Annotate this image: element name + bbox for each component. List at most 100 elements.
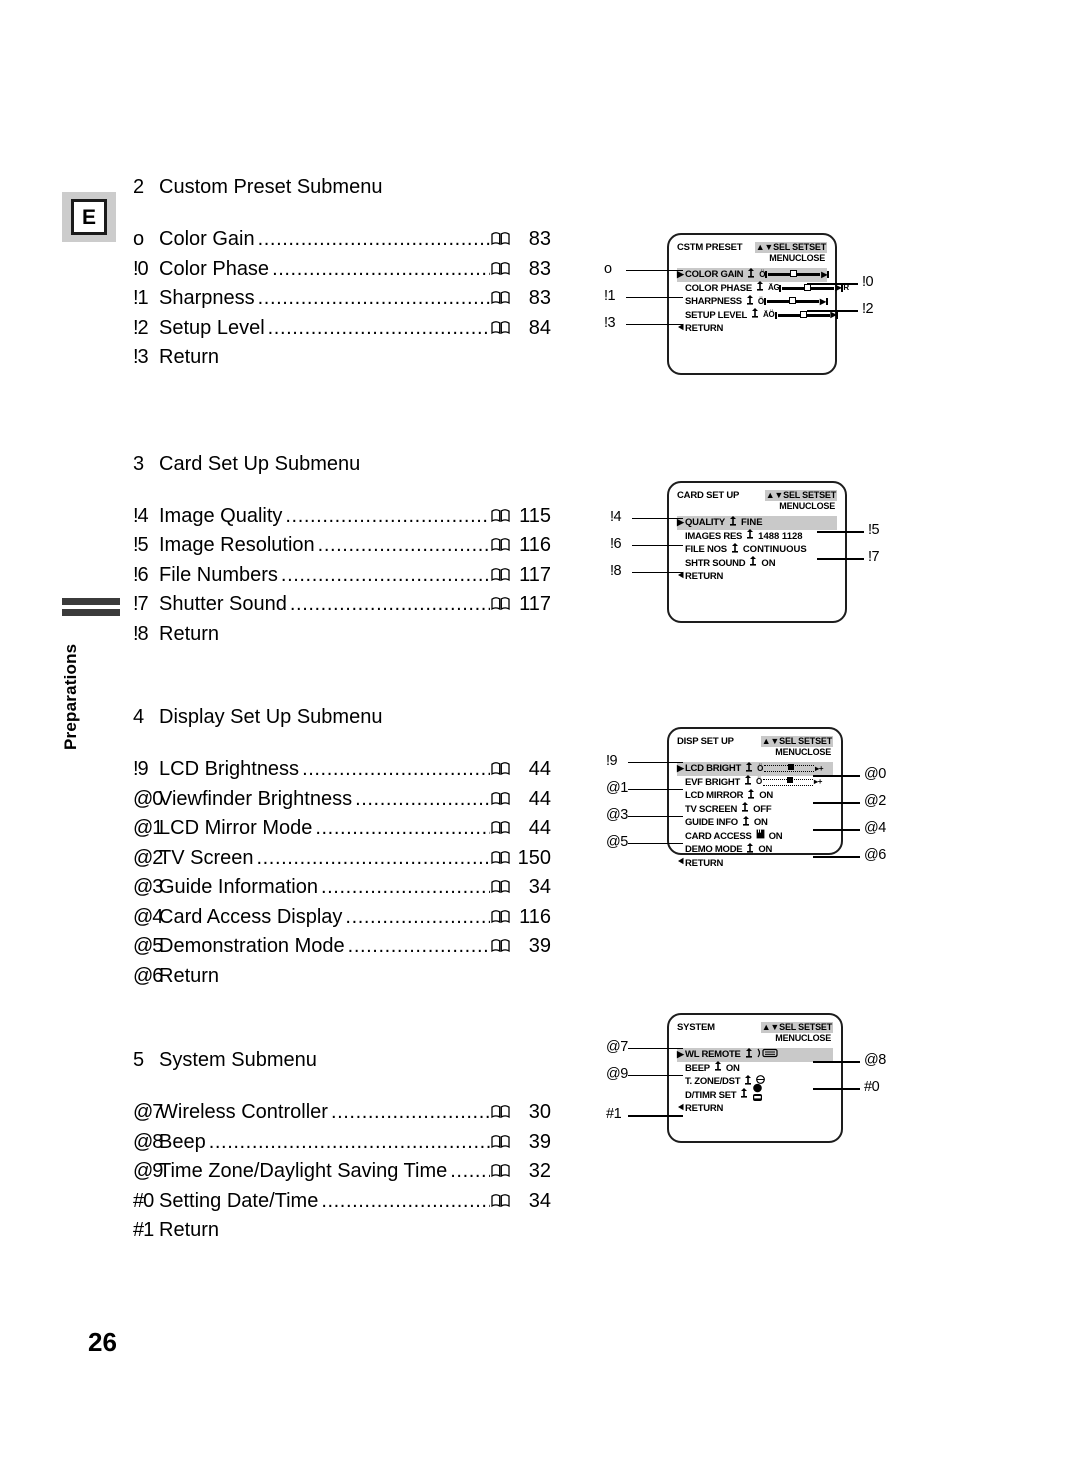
- toc-entry[interactable]: !8 Return: [133, 620, 551, 650]
- menu-item[interactable]: ▶ WL REMOTE: [677, 1047, 833, 1063]
- toc-entry[interactable]: @2 TV Screen.............................…: [133, 844, 551, 874]
- toc-entry[interactable]: @0 Viewfinder Brightness.................…: [133, 785, 551, 815]
- toc-entry[interactable]: @5 Demonstration Mode....................…: [133, 932, 551, 962]
- menu-item[interactable]: ▶ LCD BRIGHT Ö ▸+: [677, 761, 833, 776]
- menu-item[interactable]: SHTR SOUND ON: [677, 556, 837, 571]
- menu-item[interactable]: EVF BRIGHT Ö ▸+: [677, 775, 833, 790]
- toc-entry[interactable]: !0 Color Phase...........................…: [133, 255, 551, 285]
- toc-entry[interactable]: @8 Beep..................................…: [133, 1128, 551, 1158]
- toc-entry[interactable]: @6 Return: [133, 962, 551, 992]
- menu-item[interactable]: BEEP ON: [677, 1061, 833, 1076]
- menu-item-icon: [725, 515, 739, 531]
- menu-title: CARD SET UP: [677, 490, 740, 501]
- menu-item[interactable]: CARD ACCESS ON: [677, 829, 833, 844]
- slider-track[interactable]: [768, 270, 821, 278]
- menu-item[interactable]: IMAGES RES 1488 1128: [677, 529, 837, 544]
- toc-entry[interactable]: o Color Gain.............................…: [133, 225, 551, 255]
- slider-knob[interactable]: [788, 763, 795, 770]
- book-icon: [491, 1163, 510, 1178]
- slider-knob[interactable]: [799, 310, 807, 318]
- menu-item-name: WL REMOTE: [685, 1049, 741, 1060]
- chapter-tab: Preparations: [61, 598, 124, 750]
- toc-entry[interactable]: !6 File Numbers..........................…: [133, 561, 551, 591]
- toc-entry[interactable]: @3 Guide Information.....................…: [133, 873, 551, 903]
- toc-entry[interactable]: @7 Wireless Controller...................…: [133, 1098, 551, 1128]
- figure-callout-leader: [632, 544, 683, 547]
- menu-screen-body: CARD SET UP ▲▼SEL SETSET MENUCLOSE ▶ QUALITY…: [669, 483, 845, 621]
- slider-track[interactable]: [777, 310, 830, 318]
- toc-entry[interactable]: !5 Image Resolution......................…: [133, 531, 551, 561]
- slider-control[interactable]: ÄG ▶ R: [767, 283, 849, 293]
- toc-entry[interactable]: #0 Setting Date/Time.....................…: [133, 1187, 551, 1217]
- slider-left-cap: ÄG: [767, 283, 780, 293]
- toc-entry-page: 150: [517, 846, 551, 869]
- slider-knob[interactable]: [787, 777, 794, 784]
- menu-hint-line-1: ▲▼SEL SETSET: [764, 490, 837, 501]
- menu-item[interactable]: RETURN: [677, 570, 837, 584]
- menu-item[interactable]: ▶ COLOR GAIN Ö ▶: [677, 267, 830, 282]
- toc-entry[interactable]: !3 Return: [133, 343, 551, 373]
- slider-knob[interactable]: [790, 270, 798, 278]
- menu-item-value[interactable]: 1488 1128: [756, 530, 802, 544]
- slider-left-cap: ÄÖ: [763, 310, 775, 320]
- toc-entry[interactable]: !1 Sharpness.............................…: [133, 284, 551, 314]
- toc-entry[interactable]: !9 LCD Brightness........................…: [133, 755, 551, 785]
- toc-entry-key: @2: [133, 846, 163, 869]
- figure-callout-leader: [807, 283, 858, 285]
- menu-item-value[interactable]: ON: [757, 789, 773, 803]
- menu-item[interactable]: TV SCREEN OFF: [677, 802, 833, 817]
- menu-item[interactable]: RETURN: [677, 857, 833, 871]
- slider-knob[interactable]: [788, 297, 796, 305]
- slider-control[interactable]: ÄÖ ▶: [763, 310, 839, 320]
- toc-entry-page: 39: [528, 935, 551, 957]
- menu-item[interactable]: FILE NOS CONTINUOUS: [677, 542, 837, 557]
- menu-item[interactable]: DEMO MODE ON: [677, 842, 833, 857]
- toc-entry[interactable]: !2 Setup Level...........................…: [133, 314, 551, 344]
- slider-control[interactable]: Ö ▶: [759, 270, 830, 279]
- menu-item-icon: [747, 308, 761, 323]
- menu-item[interactable]: SHARPNESS Ö ▶: [677, 294, 828, 309]
- toc-entry-key: !5: [133, 534, 149, 556]
- toc-entry[interactable]: @4 Card Access Display...................…: [133, 903, 551, 933]
- menu-item-value[interactable]: ON: [752, 816, 768, 830]
- toc-entry-leader: ........................................…: [280, 563, 490, 586]
- menu-hint-select-text: SEL SETSET: [779, 736, 832, 746]
- toc-group-number: 5: [133, 1049, 145, 1071]
- menu-item[interactable]: RETURN: [677, 322, 827, 336]
- toc-entry-label: LCD Mirror Mode: [159, 817, 313, 839]
- menu-item-value[interactable]: [755, 1048, 779, 1063]
- toc-entry[interactable]: #1 Return: [133, 1216, 551, 1246]
- toc-group-number: 2: [133, 176, 145, 198]
- slider-track[interactable]: [766, 297, 819, 305]
- toc-entry[interactable]: !4 Image Quality.........................…: [133, 502, 551, 532]
- menu-item-value[interactable]: ON: [759, 557, 775, 571]
- menu-item[interactable]: SETUP LEVEL ÄÖ ▶: [677, 308, 839, 323]
- slider-track[interactable]: [763, 777, 814, 786]
- slider-track[interactable]: [764, 763, 815, 773]
- book-icon: [491, 1104, 510, 1119]
- menu-item-value[interactable]: OFF: [751, 803, 772, 817]
- menu-item-value[interactable]: ON: [724, 1062, 740, 1076]
- toc-entry[interactable]: @9Time Zone/Daylight Saving Time........…: [133, 1157, 551, 1187]
- toc-entry-leader: ........................................…: [450, 1160, 490, 1182]
- menu-item-list: ▶ WL REMOTE BEEP ON T. ZONE/DST D/TIMR SET RET…: [677, 1047, 833, 1116]
- menu-item-value[interactable]: CONTINUOUS: [741, 543, 807, 557]
- toc-entry-key: @3: [133, 876, 163, 898]
- slider-control[interactable]: Ö ▶: [758, 297, 828, 306]
- menu-item[interactable]: GUIDE INFO ON: [677, 815, 833, 830]
- slider-track[interactable]: [782, 283, 835, 291]
- brightness-slider[interactable]: Ö ▸+: [757, 763, 824, 773]
- menu-item[interactable]: COLOR PHASE ÄG ▶ R: [677, 281, 849, 296]
- toc-entry[interactable]: @1 LCD Mirror Mode.......................…: [133, 814, 551, 844]
- toc-entry[interactable]: !7 Shutter Sound.........................…: [133, 590, 551, 620]
- menu-item[interactable]: D/TIMR SET: [677, 1083, 833, 1103]
- menu-hint: ▲▼SEL SETSET MENUCLOSE: [754, 242, 827, 264]
- menu-item-value[interactable]: ON: [756, 843, 772, 857]
- menu-item-value[interactable]: ON: [767, 830, 783, 844]
- menu-item[interactable]: LCD MIRROR ON: [677, 788, 833, 803]
- brightness-slider[interactable]: Ö ▸+: [756, 777, 822, 787]
- book-icon: [491, 761, 510, 776]
- menu-item-value[interactable]: FINE: [739, 516, 763, 530]
- menu-item[interactable]: ▶ QUALITY FINE: [677, 515, 837, 531]
- menu-item[interactable]: RETURN: [677, 1102, 833, 1116]
